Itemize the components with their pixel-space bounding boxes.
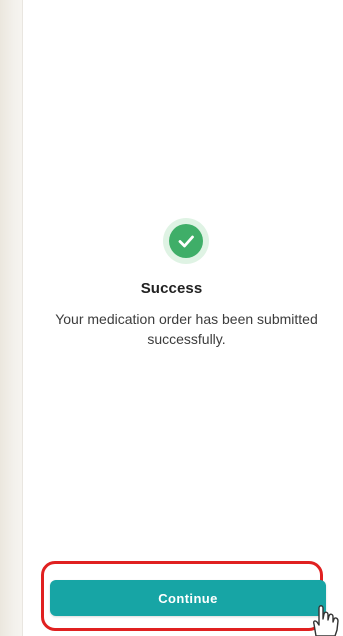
checkmark-icon — [178, 235, 194, 248]
success-title: Success — [140, 280, 203, 297]
success-message: Your medication order has been submitted… — [55, 311, 318, 347]
app-frame: Success Your medication order has been s… — [0, 0, 343, 636]
check-circle-icon — [163, 218, 209, 264]
hand-pointer-icon — [313, 605, 339, 636]
continue-button[interactable]: Continue — [50, 580, 326, 616]
check-circle-inner — [169, 224, 203, 258]
continue-button-label: Continue — [158, 590, 218, 606]
